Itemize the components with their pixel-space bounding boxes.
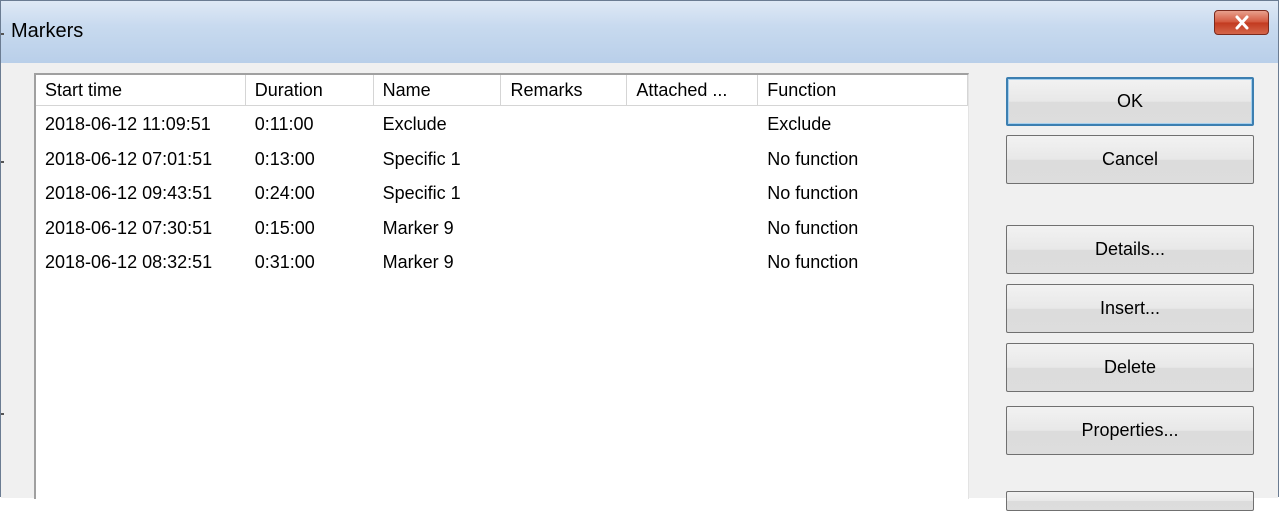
cell-remarks bbox=[501, 142, 627, 177]
table-row[interactable]: 2018-06-12 07:30:51 0:15:00 Marker 9 No … bbox=[36, 211, 968, 246]
cell-start-time: 2018-06-12 07:01:51 bbox=[45, 148, 213, 169]
list-header: Start time Duration Name Remarks Attache… bbox=[36, 75, 968, 107]
cell-name: Specific 1 bbox=[382, 148, 461, 169]
cell-attached bbox=[627, 211, 758, 246]
list-rows: 2018-06-12 11:09:51 0:11:00 Exclude Excl… bbox=[36, 107, 968, 280]
markers-dialog: Markers Start time Duration Name Remarks… bbox=[0, 0, 1279, 511]
column-header-remarks[interactable]: Remarks bbox=[501, 75, 628, 106]
cell-attached bbox=[627, 245, 758, 280]
cell-function: Exclude bbox=[767, 114, 832, 134]
cell-attached bbox=[627, 107, 758, 142]
column-header-attached[interactable]: Attached ... bbox=[627, 75, 759, 106]
properties-button[interactable]: Properties... bbox=[1006, 406, 1254, 455]
dialog-body: Start time Duration Name Remarks Attache… bbox=[1, 63, 1278, 511]
close-button[interactable] bbox=[1214, 10, 1269, 35]
cell-start-time: 2018-06-12 08:32:51 bbox=[45, 252, 213, 272]
cell-duration: 0:24:00 bbox=[254, 183, 315, 203]
cell-start-time: 2018-06-12 07:30:51 bbox=[45, 217, 213, 238]
cell-attached bbox=[627, 176, 758, 211]
ok-button[interactable]: OK bbox=[1006, 77, 1254, 126]
markers-list[interactable]: Start time Duration Name Remarks Attache… bbox=[34, 73, 969, 499]
edge-tick bbox=[1, 161, 4, 163]
table-row[interactable]: 2018-06-12 09:43:51 0:24:00 Specific 1 N… bbox=[36, 176, 968, 211]
cell-function: No function bbox=[767, 148, 859, 169]
column-header-start-time[interactable]: Start time bbox=[36, 75, 246, 106]
cell-attached bbox=[627, 142, 758, 177]
edge-tick bbox=[1, 413, 4, 415]
cell-name: Exclude bbox=[382, 114, 447, 134]
edge-tick bbox=[1, 33, 4, 35]
cell-name: Marker 9 bbox=[382, 252, 454, 272]
title-bar[interactable]: Markers bbox=[1, 1, 1278, 63]
table-row[interactable]: 2018-06-12 07:01:51 0:13:00 Specific 1 N… bbox=[36, 142, 968, 177]
column-header-duration[interactable]: Duration bbox=[245, 75, 374, 106]
dialog-title: Markers bbox=[11, 20, 84, 42]
cell-duration: 0:31:00 bbox=[254, 252, 315, 272]
cell-start-time: 2018-06-12 11:09:51 bbox=[45, 114, 211, 134]
cell-remarks bbox=[501, 245, 627, 280]
cell-function: No function bbox=[767, 217, 859, 238]
delete-button[interactable]: Delete bbox=[1006, 343, 1254, 392]
table-row[interactable]: 2018-06-12 11:09:51 0:11:00 Exclude Excl… bbox=[36, 107, 968, 142]
cell-function: No function bbox=[767, 252, 859, 272]
close-x-icon bbox=[1235, 15, 1249, 30]
insert-button[interactable]: Insert... bbox=[1006, 284, 1254, 333]
cell-remarks bbox=[501, 176, 627, 211]
cell-duration: 0:13:00 bbox=[254, 148, 315, 169]
partial-hidden-button[interactable] bbox=[1006, 491, 1254, 511]
cell-function: No function bbox=[767, 183, 859, 203]
cell-duration: 0:11:00 bbox=[254, 114, 314, 134]
cell-remarks bbox=[501, 107, 627, 142]
cell-start-time: 2018-06-12 09:43:51 bbox=[45, 183, 213, 203]
column-header-function[interactable]: Function bbox=[758, 75, 968, 106]
cancel-button[interactable]: Cancel bbox=[1006, 135, 1254, 184]
cell-name: Specific 1 bbox=[382, 183, 461, 203]
cell-duration: 0:15:00 bbox=[254, 217, 315, 238]
details-button[interactable]: Details... bbox=[1006, 225, 1254, 274]
cell-remarks bbox=[501, 211, 627, 246]
table-row[interactable]: 2018-06-12 08:32:51 0:31:00 Marker 9 No … bbox=[36, 245, 968, 280]
column-header-name[interactable]: Name bbox=[373, 75, 502, 106]
cell-name: Marker 9 bbox=[382, 217, 454, 238]
